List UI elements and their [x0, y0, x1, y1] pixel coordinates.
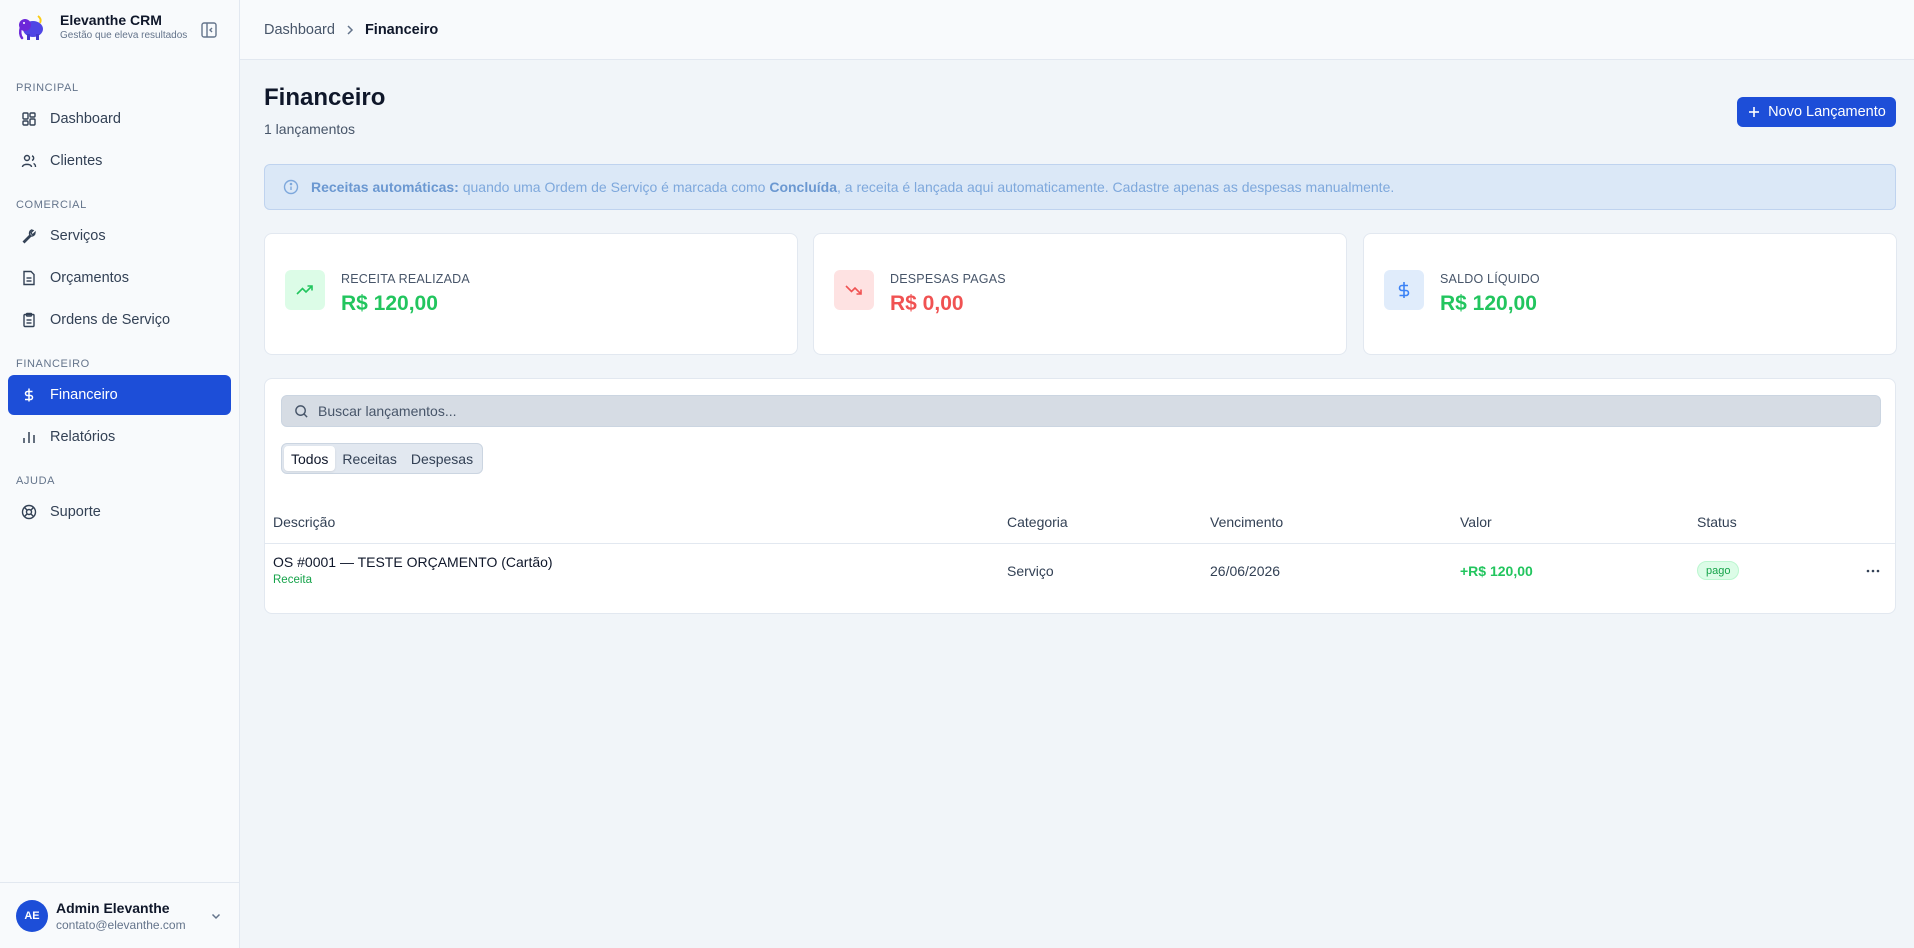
life-buoy-icon	[21, 504, 37, 520]
banner-text-1: quando uma Ordem de Serviço é marcada co…	[458, 179, 770, 195]
sidebar-item-clientes[interactable]: Clientes	[8, 141, 231, 181]
nav-section-principal: PRINCIPAL	[16, 82, 79, 94]
breadcrumb: Dashboard Financeiro	[264, 22, 438, 38]
stat-value: R$ 0,00	[890, 292, 964, 315]
stat-card-despesas: DESPESAS PAGAS R$ 0,00	[813, 233, 1347, 355]
plus-icon	[1749, 107, 1760, 117]
stat-card-receita: RECEITA REALIZADA R$ 120,00	[264, 233, 798, 355]
breadcrumb-root[interactable]: Dashboard	[264, 22, 335, 38]
row-description: OS #0001 — TESTE ORÇAMENTO (Cartão)	[273, 554, 553, 570]
sidebar-item-label: Orçamentos	[50, 270, 129, 286]
stat-icon-wrap	[285, 270, 325, 310]
sidebar-item-label: Clientes	[50, 153, 103, 169]
filter-tab-despesas[interactable]: Despesas	[404, 446, 480, 471]
sidebar: Elevanthe CRM Gestão que eleva resultado…	[0, 0, 240, 948]
brand-tagline: Gestão que eleva resultados	[60, 30, 188, 41]
nav-section-ajuda: AJUDA	[16, 475, 56, 487]
sidebar-item-label: Ordens de Serviço	[50, 312, 171, 328]
search-input[interactable]	[318, 403, 1818, 419]
nav-section-financeiro: FINANCEIRO	[16, 358, 90, 370]
trending-down-icon	[845, 285, 862, 295]
dollar-icon	[24, 388, 34, 402]
chevron-down-icon[interactable]	[208, 908, 224, 924]
nav-section-comercial: COMERCIAL	[16, 199, 87, 211]
row-type: Receita	[273, 574, 312, 586]
stat-card-saldo: SALDO LÍQUIDO R$ 120,00	[1363, 233, 1897, 355]
brand-name: Elevanthe CRM	[60, 12, 162, 28]
sidebar-item-label: Dashboard	[50, 111, 121, 127]
sidebar-item-label: Relatórios	[50, 429, 116, 445]
page-subtitle: 1 lançamentos	[264, 121, 356, 137]
search-box	[281, 395, 1881, 427]
entries-table-card: Todos Receitas Despesas Descrição Catego…	[264, 378, 1896, 614]
stat-icon-wrap	[834, 270, 874, 310]
sidebar-item-financeiro[interactable]: Financeiro	[8, 375, 231, 415]
stat-label: DESPESAS PAGAS	[890, 272, 1006, 286]
layout-dashboard-icon	[22, 112, 36, 126]
table-header-divider	[265, 543, 1895, 544]
sidebar-item-label: Suporte	[50, 504, 101, 520]
banner-bold-2: Concluída	[769, 179, 838, 195]
sidebar-item-servicos[interactable]: Serviços	[8, 216, 231, 256]
info-icon	[283, 179, 299, 195]
sidebar-item-label: Serviços	[50, 228, 106, 244]
user-name: Admin Elevanthe	[56, 899, 170, 916]
status-badge: pago	[1697, 561, 1740, 580]
bar-chart-icon	[23, 432, 35, 443]
breadcrumb-current: Financeiro	[364, 21, 439, 38]
more-horizontal-icon[interactable]	[1865, 563, 1881, 579]
column-header-categoria: Categoria	[1007, 514, 1068, 530]
users-icon	[21, 154, 37, 168]
avatar: AE	[16, 899, 48, 932]
sidebar-item-suporte[interactable]: Suporte	[8, 492, 231, 532]
banner-bold-1: Receitas automáticas:	[311, 179, 459, 195]
sidebar-item-label: Financeiro	[50, 387, 118, 403]
user-email: contato@elevanthe.com	[56, 917, 186, 932]
filter-tabs: Todos Receitas Despesas	[281, 443, 484, 474]
row-category: Serviço	[1007, 563, 1054, 579]
dollar-icon	[1398, 282, 1410, 298]
sidebar-item-relatorios[interactable]: Relatórios	[8, 417, 231, 457]
user-menu[interactable]: AE Admin Elevanthe contato@elevanthe.com	[0, 882, 240, 948]
sidebar-item-dashboard[interactable]: Dashboard	[8, 99, 231, 139]
column-header-valor: Valor	[1460, 514, 1492, 530]
sidebar-item-orcamentos[interactable]: Orçamentos	[8, 258, 231, 298]
new-entry-label: Novo Lançamento	[1768, 104, 1886, 120]
sidebar-item-ordens-de-servico[interactable]: Ordens de Serviço	[8, 300, 231, 340]
filter-tab-receitas[interactable]: Receitas	[335, 446, 403, 471]
stat-label: SALDO LÍQUIDO	[1440, 272, 1540, 286]
new-entry-button[interactable]: Novo Lançamento	[1737, 97, 1896, 127]
topbar: Dashboard Financeiro	[240, 0, 1914, 60]
row-value: +R$ 120,00	[1460, 563, 1533, 579]
file-text-icon	[23, 270, 35, 286]
banner-text-2: , a receita é lançada aqui automaticamen…	[837, 179, 1395, 195]
trending-up-icon	[296, 285, 313, 295]
info-banner: Receitas automáticas: quando uma Ordem d…	[264, 164, 1896, 210]
chevron-right-icon	[347, 24, 353, 35]
filter-tab-todos[interactable]: Todos	[284, 446, 336, 471]
stat-icon-wrap	[1384, 270, 1424, 310]
column-header-vencimento: Vencimento	[1210, 514, 1284, 530]
stat-value: R$ 120,00	[341, 292, 438, 315]
clipboard-icon	[23, 312, 35, 328]
brand[interactable]: Elevanthe CRM Gestão que eleva resultado…	[16, 12, 187, 42]
column-header-status: Status	[1697, 514, 1737, 530]
page-title: Financeiro	[264, 84, 386, 111]
wrench-icon	[22, 229, 36, 244]
stat-value: R$ 120,00	[1440, 292, 1537, 315]
search-icon	[295, 404, 308, 418]
column-header-descricao: Descrição	[273, 514, 336, 530]
elephant-logo-icon	[18, 15, 43, 40]
stat-label: RECEITA REALIZADA	[341, 272, 470, 286]
sidebar-collapse-icon[interactable]	[200, 21, 218, 39]
row-due-date: 26/06/2026	[1210, 563, 1281, 579]
